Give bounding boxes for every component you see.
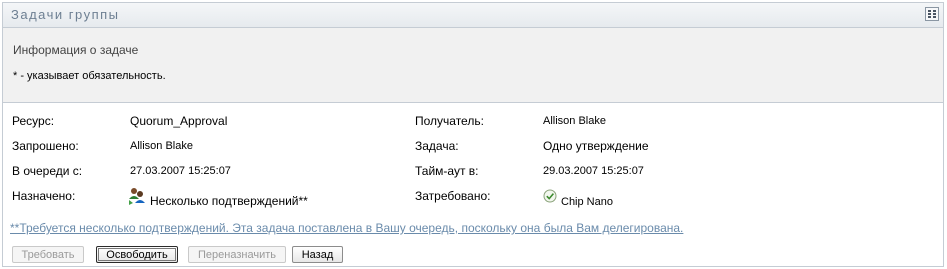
back-button[interactable]: Назад — [292, 246, 343, 263]
queued-value: 27.03.2007 15:25:07 — [130, 165, 231, 177]
assigned-value: Несколько подтверждений** — [150, 194, 308, 208]
panel-titlebar: Задачи группы — [3, 3, 943, 28]
resource-value: Quorum_Approval — [130, 114, 228, 128]
grid-menu-icon[interactable] — [925, 7, 939, 21]
reassign-button[interactable]: Переназначить — [188, 246, 286, 263]
claimed-value: Chip Nano — [561, 196, 613, 208]
panel-title: Задачи группы — [11, 7, 120, 22]
task-info-box: Информация о задаче * - указывает обязат… — [3, 28, 943, 103]
task-info-title: Информация о задаче — [13, 43, 139, 57]
task-label: Задача: — [415, 139, 459, 153]
delegation-note-link[interactable]: **Требуется несколько подтверждений. Эта… — [10, 221, 683, 235]
recipient-label: Получатель: — [415, 114, 484, 128]
resource-label: Ресурс: — [12, 114, 55, 128]
release-button[interactable]: Освободить — [96, 246, 178, 263]
recipient-value: Allison Blake — [543, 115, 606, 127]
timeout-label: Тайм-аут в: — [415, 164, 479, 178]
multiple-users-icon — [128, 187, 146, 205]
requested-value: Allison Blake — [130, 140, 193, 152]
claim-button[interactable]: Требовать — [12, 246, 84, 263]
task-value: Одно утверждение — [543, 139, 649, 153]
queued-label: В очереди с: — [12, 164, 83, 178]
claimed-label: Затребовано: — [415, 189, 491, 203]
requested-label: Запрошено: — [12, 139, 79, 153]
check-circle-icon — [543, 189, 557, 203]
timeout-value: 29.03.2007 15:25:07 — [543, 165, 644, 177]
assigned-label: Назначено: — [12, 189, 76, 203]
required-note: * - указывает обязательность. — [13, 70, 166, 82]
